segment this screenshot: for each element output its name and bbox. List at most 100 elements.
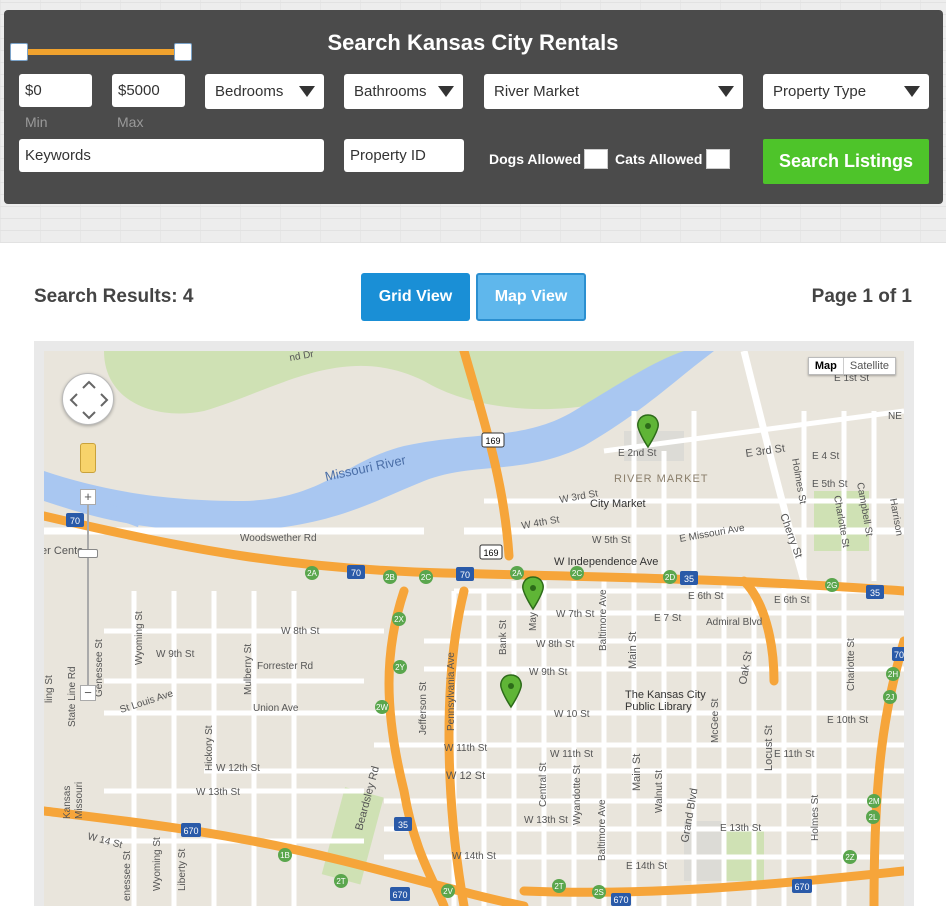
neighborhood-value: River Market bbox=[494, 83, 580, 100]
price-range-slider[interactable] bbox=[22, 49, 182, 55]
street-label: enessee St bbox=[122, 851, 133, 901]
property-type-select[interactable]: Property Type bbox=[763, 74, 929, 109]
map-type-satellite-button[interactable]: Satellite bbox=[844, 358, 895, 374]
min-price-label: Min bbox=[25, 114, 48, 130]
street-label: W 13th St bbox=[196, 787, 240, 798]
keywords-input[interactable]: Keywords bbox=[19, 139, 324, 172]
neighborhood-label: RIVER MARKET bbox=[614, 473, 709, 485]
neighborhood-select[interactable]: River Market bbox=[484, 74, 743, 109]
exit-badge: 2G bbox=[827, 581, 838, 590]
exit-badge: 2B bbox=[385, 573, 395, 582]
street-view-pegman-icon[interactable] bbox=[80, 443, 96, 473]
street-label: W 10 St bbox=[554, 709, 590, 720]
bedrooms-value: Bedrooms bbox=[215, 83, 284, 100]
exit-badge: 2C bbox=[572, 569, 582, 578]
street-label: E 5th St bbox=[812, 479, 848, 490]
street-label: NE bbox=[888, 411, 902, 422]
shield-label: 70 bbox=[460, 570, 470, 580]
zoom-control: + − bbox=[78, 489, 98, 701]
property-id-input[interactable]: Property ID bbox=[344, 139, 464, 172]
search-results-count: Search Results: 4 bbox=[34, 286, 194, 307]
search-listings-button[interactable]: Search Listings bbox=[763, 139, 929, 184]
poi-label: The Kansas City bbox=[625, 689, 706, 701]
map-canvas[interactable]: 70 70 70 169 169 35 35 35 670 670 670 67… bbox=[44, 351, 904, 906]
max-price-input[interactable]: $5000 bbox=[112, 74, 185, 107]
poi-label: Public Library bbox=[625, 701, 692, 713]
street-label: W 8th St bbox=[536, 639, 575, 650]
exit-badge: 2H bbox=[888, 670, 898, 679]
street-label: ling St bbox=[44, 675, 55, 703]
zoom-in-button[interactable]: + bbox=[80, 489, 96, 505]
bathrooms-value: Bathrooms bbox=[354, 83, 427, 100]
street-label: W 11th St bbox=[550, 749, 593, 760]
shield-label: 670 bbox=[613, 895, 628, 905]
street-label: Mulberry St bbox=[243, 644, 254, 695]
shield-label: 670 bbox=[392, 890, 407, 900]
pan-arrows-icon bbox=[69, 380, 109, 420]
shield-label: 670 bbox=[794, 882, 809, 892]
dogs-allowed-checkbox[interactable] bbox=[584, 149, 608, 169]
exit-badge: 2T bbox=[336, 877, 345, 886]
street-label: Union Ave bbox=[253, 703, 299, 714]
cats-allowed-checkbox[interactable] bbox=[706, 149, 730, 169]
street-label: W Independence Ave bbox=[554, 556, 658, 568]
street-label: Pennsylvania Ave bbox=[446, 652, 457, 731]
street-label: Liberty St bbox=[177, 849, 188, 891]
chevron-down-icon bbox=[718, 86, 734, 97]
street-label: Admiral Blvd bbox=[706, 617, 762, 628]
price-slider-max-handle[interactable] bbox=[174, 43, 192, 61]
street-label: E 6th St bbox=[774, 595, 810, 606]
exit-badge: 2J bbox=[886, 693, 894, 702]
street-label: E 11th St bbox=[774, 749, 815, 760]
street-label: Locust St bbox=[763, 725, 775, 771]
zoom-slider-track[interactable] bbox=[87, 505, 89, 685]
max-price-label: Max bbox=[117, 114, 144, 130]
street-label: Wyandotte St bbox=[572, 765, 583, 825]
exit-badge: 2L bbox=[869, 813, 878, 822]
map-type-map-button[interactable]: Map bbox=[809, 358, 844, 374]
street-label: W 14th St bbox=[452, 851, 496, 862]
exit-badge: 2A bbox=[512, 569, 522, 578]
street-label: Wyoming St bbox=[152, 837, 163, 891]
street-label: Hickory St bbox=[204, 725, 215, 771]
street-label: Central St bbox=[538, 762, 549, 807]
street-label: Forrester Rd bbox=[257, 661, 313, 672]
zoom-out-button[interactable]: − bbox=[80, 685, 96, 701]
street-label: W 9th St bbox=[529, 667, 568, 678]
street-label: Walnut St bbox=[654, 770, 665, 813]
chevron-down-icon bbox=[904, 86, 920, 97]
page-indicator: Page 1 of 1 bbox=[811, 286, 912, 307]
min-price-input[interactable]: $0 bbox=[19, 74, 92, 107]
street-label: E 10th St bbox=[827, 715, 868, 726]
dogs-allowed-label: Dogs Allowed bbox=[489, 151, 582, 167]
street-label: W 5th St bbox=[592, 535, 631, 546]
shield-label: 169 bbox=[483, 548, 498, 558]
street-label: W 12 St bbox=[446, 770, 485, 782]
exit-badge: 2V bbox=[443, 887, 453, 896]
bedrooms-select[interactable]: Bedrooms bbox=[205, 74, 324, 109]
street-label: Main St bbox=[627, 632, 639, 669]
shield-label: 70 bbox=[351, 568, 361, 578]
street-label: W 7th St bbox=[556, 609, 595, 620]
exit-badge: 2T bbox=[554, 882, 563, 891]
street-label: Main St bbox=[631, 754, 643, 791]
street-label: W 11th St bbox=[444, 743, 487, 754]
bathrooms-select[interactable]: Bathrooms bbox=[344, 74, 463, 109]
shield-label: 35 bbox=[398, 820, 408, 830]
pan-control[interactable] bbox=[62, 373, 114, 425]
shield-label: 70 bbox=[70, 516, 80, 526]
exit-badge: 2A bbox=[307, 569, 317, 578]
exit-badge: 2M bbox=[868, 797, 879, 806]
map-type-toggle: Map Satellite bbox=[807, 357, 896, 375]
street-label: E 4 St bbox=[812, 451, 839, 462]
chevron-down-icon bbox=[438, 86, 454, 97]
zoom-slider-knob[interactable] bbox=[78, 549, 98, 558]
exit-badge: 2W bbox=[376, 703, 388, 712]
street-label: McGee St bbox=[710, 698, 721, 743]
grid-view-button[interactable]: Grid View bbox=[361, 273, 470, 321]
street-label: Baltimore Ave bbox=[597, 799, 608, 861]
map-view-button[interactable]: Map View bbox=[476, 273, 586, 321]
exit-badge: 2C bbox=[421, 573, 431, 582]
shield-label: 35 bbox=[870, 588, 880, 598]
price-slider-min-handle[interactable] bbox=[10, 43, 28, 61]
